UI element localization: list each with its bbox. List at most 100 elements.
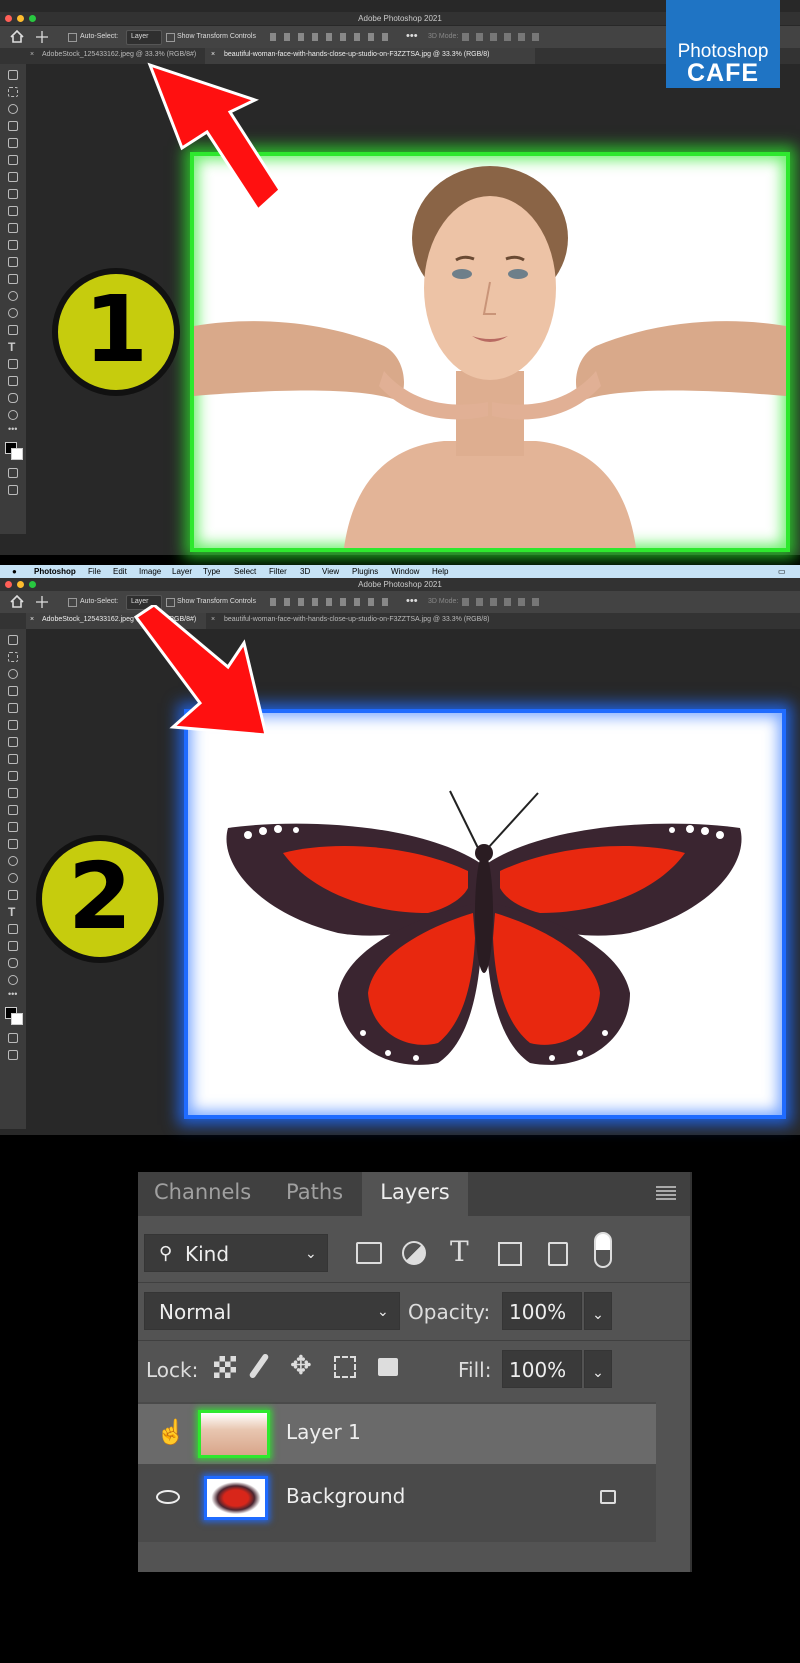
more-tools-icon[interactable]: ••• [8, 424, 17, 434]
layer-name[interactable]: Layer 1 [286, 1420, 361, 1444]
filter-adjustment-icon[interactable] [402, 1241, 426, 1265]
quick-mask-icon[interactable] [8, 468, 18, 478]
menu-item[interactable]: 3D [300, 565, 310, 578]
healing-brush-tool-icon[interactable] [8, 189, 18, 199]
opacity-slider-button[interactable]: ⌄ [584, 1292, 612, 1330]
tab-close-icon[interactable]: × [211, 51, 215, 58]
menu-item[interactable]: View [322, 565, 339, 578]
auto-select-checkbox[interactable] [68, 33, 77, 42]
menu-item[interactable]: File [88, 565, 101, 578]
tab-channels[interactable]: Channels [154, 1172, 251, 1216]
filter-pixel-icon[interactable] [356, 1242, 382, 1264]
marquee-tool-icon[interactable] [8, 652, 18, 662]
tab-paths[interactable]: Paths [286, 1172, 343, 1216]
magic-wand-tool-icon[interactable] [8, 686, 18, 696]
menu-item[interactable]: Layer [172, 565, 192, 578]
menu-item[interactable]: Help [432, 565, 448, 578]
lock-all-icon[interactable] [378, 1358, 398, 1376]
gradient-tool-icon[interactable] [8, 274, 18, 284]
menu-item[interactable]: Edit [113, 565, 127, 578]
3d-mode-icons[interactable] [462, 33, 542, 41]
background-color-swatch[interactable] [11, 1013, 23, 1025]
lock-transparent-pixels-icon[interactable] [214, 1356, 236, 1378]
layer-row[interactable]: Background [138, 1468, 656, 1528]
more-icon[interactable]: ••• [406, 30, 418, 42]
more-icon[interactable]: ••• [406, 595, 418, 607]
home-icon[interactable] [10, 595, 24, 608]
more-tools-icon[interactable]: ••• [8, 989, 17, 999]
filter-toggle-icon[interactable] [594, 1232, 612, 1268]
stamp-tool-icon[interactable] [8, 788, 18, 798]
screen-mode-icon[interactable] [8, 1050, 18, 1060]
align-icons[interactable] [270, 598, 390, 606]
background-color-swatch[interactable] [11, 448, 23, 460]
frame-tool-icon[interactable] [8, 720, 18, 730]
filter-smart-object-icon[interactable] [548, 1242, 568, 1266]
zoom-tool-icon[interactable] [8, 410, 18, 420]
rectangle-tool-icon[interactable] [8, 941, 18, 951]
frame-tool-icon[interactable] [8, 155, 18, 165]
tab-close-icon[interactable]: × [30, 51, 34, 58]
menu-item[interactable]: Plugins [352, 565, 378, 578]
lock-artboard-icon[interactable] [334, 1356, 356, 1378]
marquee-tool-icon[interactable] [8, 87, 18, 97]
path-selection-tool-icon[interactable] [8, 359, 18, 369]
filter-shape-icon[interactable] [498, 1242, 522, 1266]
stamp-tool-icon[interactable] [8, 223, 18, 233]
layer-row-selected[interactable]: ☝ Layer 1 [138, 1404, 656, 1464]
lock-position-icon[interactable]: ✥ [290, 1350, 312, 1381]
menu-item[interactable]: Filter [269, 565, 287, 578]
eyedropper-tool-icon[interactable] [8, 172, 18, 182]
rectangle-tool-icon[interactable] [8, 376, 18, 386]
crop-tool-icon[interactable] [8, 703, 18, 713]
canvas-document-woman[interactable] [190, 152, 790, 552]
menu-item[interactable]: Select [234, 565, 256, 578]
display-icon[interactable]: ▭ [778, 565, 786, 578]
history-brush-tool-icon[interactable] [8, 240, 18, 250]
healing-brush-tool-icon[interactable] [8, 754, 18, 764]
auto-select-dropdown[interactable]: Layer [126, 30, 162, 45]
crop-tool-icon[interactable] [8, 138, 18, 148]
brush-tool-icon[interactable] [8, 206, 18, 216]
eye-icon[interactable] [156, 1490, 180, 1504]
quick-mask-icon[interactable] [8, 1033, 18, 1043]
hand-tool-icon[interactable] [8, 958, 18, 968]
screen-mode-icon[interactable] [8, 485, 18, 495]
dodge-tool-icon[interactable] [8, 873, 18, 883]
canvas-document-butterfly[interactable] [184, 709, 786, 1119]
magic-wand-tool-icon[interactable] [8, 121, 18, 131]
blend-mode-dropdown[interactable]: Normal ⌄ [144, 1292, 400, 1330]
blur-tool-icon[interactable] [8, 856, 18, 866]
filter-type-icon[interactable]: T [450, 1235, 469, 1268]
transform-controls-checkbox[interactable] [166, 33, 175, 42]
zoom-tool-icon[interactable] [8, 975, 18, 985]
blur-tool-icon[interactable] [8, 291, 18, 301]
eraser-tool-icon[interactable] [8, 257, 18, 267]
tab-close-icon[interactable]: × [30, 616, 34, 623]
align-icons[interactable] [270, 33, 390, 41]
pen-tool-icon[interactable] [8, 890, 18, 900]
document-tab-active[interactable]: beautiful-woman-face-with-hands-close-up… [224, 51, 489, 58]
hand-tool-icon[interactable] [8, 393, 18, 403]
brush-tool-icon[interactable] [8, 771, 18, 781]
lock-image-pixels-icon[interactable] [248, 1352, 270, 1380]
menu-item[interactable]: Photoshop [34, 565, 76, 578]
move-tool-icon[interactable] [8, 70, 18, 80]
opacity-input[interactable]: 100% [502, 1292, 582, 1330]
fill-slider-button[interactable]: ⌄ [584, 1350, 612, 1388]
apple-menu-icon[interactable]: ● [12, 565, 17, 578]
fill-input[interactable]: 100% [502, 1350, 582, 1388]
gradient-tool-icon[interactable] [8, 839, 18, 849]
dodge-tool-icon[interactable] [8, 308, 18, 318]
document-tab[interactable]: AdobeStock_125433162.jpeg @ 33.3% (RGB/8… [42, 51, 196, 58]
pen-tool-icon[interactable] [8, 325, 18, 335]
move-tool-icon[interactable] [8, 635, 18, 645]
type-tool-icon[interactable]: T [8, 340, 15, 354]
layer-name[interactable]: Background [286, 1484, 405, 1508]
lasso-tool-icon[interactable] [8, 104, 18, 114]
hand-cursor-icon[interactable]: ☝ [156, 1418, 186, 1446]
filter-kind-dropdown[interactable]: ⚲ Kind ⌄ [144, 1234, 328, 1272]
move-tool-icon[interactable] [36, 596, 48, 608]
lasso-tool-icon[interactable] [8, 669, 18, 679]
history-brush-tool-icon[interactable] [8, 805, 18, 815]
